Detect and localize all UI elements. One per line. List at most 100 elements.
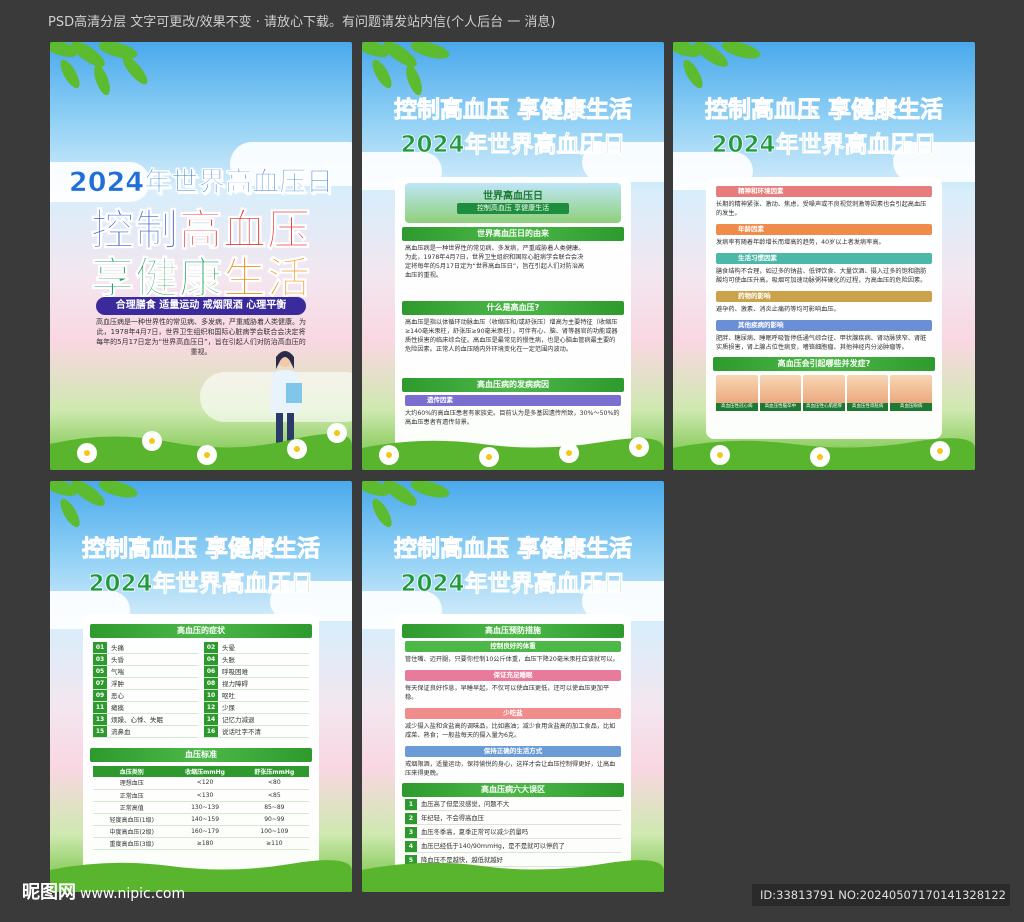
cover-year-title: 2024年世界高血压日 [68, 167, 334, 199]
cause-text-4: 避孕药、激素、消炎止痛药等均可影响血压。 [716, 306, 840, 313]
myth-text: 血压高了但是没感觉，问题不大 [421, 801, 510, 808]
symptom-item: 16 说话吐字不清 [204, 726, 309, 738]
poster-prevention[interactable]: 控制高血压 享健康生活 2024年世界高血压日 高血压预防措施 控制良好的体重 … [362, 481, 664, 892]
poster-causes[interactable]: 控制高血压 享健康生活 2024年世界高血压日 精神和环境因素 长期的精神紧张、… [673, 42, 975, 470]
symptom-label: 气喘 [111, 668, 124, 676]
myth-text: 血压已经低于140/90mmHg，是不是就可以停药了 [421, 843, 565, 850]
top-notice-text: PSD高清分层 文字可更改/效果不变 · 请放心下载。有问题请发站内信(个人后台… [48, 15, 556, 30]
symptom-number: 01 [93, 642, 107, 653]
cause-title-1: 精神和环境因素 [716, 186, 932, 197]
bp-cell: <80 [239, 777, 309, 790]
bp-header: 血压类别 [93, 766, 171, 777]
grass-decoration [362, 860, 664, 892]
symptom-label: 头痛 [111, 644, 124, 652]
symptom-label: 头胀 [222, 656, 235, 664]
symptom-label: 头昏 [111, 656, 124, 664]
symptom-number: 04 [204, 654, 218, 665]
myth-number: 1 [405, 799, 417, 810]
symptom-label: 视力障碍 [222, 680, 248, 688]
symptom-label: 恶心 [111, 692, 124, 700]
myth-text: 年纪轻，不会得高血压 [421, 815, 484, 822]
measure-text-2: 每天保证良好作息，早睡早起，不仅可以使血压更低，还可以使血压更加平稳。 [405, 685, 610, 701]
section-header-causes: 高血压病的发病病因 [402, 378, 624, 392]
bp-cell: <120 [170, 777, 240, 790]
symptom-item: 04 头胀 [204, 654, 309, 666]
symptom-item: 12 少尿 [204, 702, 309, 714]
cause-text-1: 长期的精神紧张、激动、焦虑，受噪声或不良视觉刺激等因素也会引起高血压的发生。 [716, 201, 927, 217]
myth-text: 血压冬季高，夏季正常可以减少药量吗 [421, 829, 529, 836]
section-text-what: 高血压是指以体循环动脉血压（收缩压和/或舒张压）增高为主要特征（收缩压≥140毫… [405, 319, 618, 353]
cause-title-2: 年龄因素 [716, 224, 932, 235]
section-text-origin: 高血压病是一种世界性的常见病、多发病，严重威胁着人类健康。为此，1978年4月7… [405, 245, 585, 279]
bp-cell: ≥180 [170, 837, 240, 850]
image-id-label: ID:33813791 NO:20240507170141328122 [752, 884, 1010, 906]
bp-cell: <130 [170, 789, 240, 802]
poster-symptoms[interactable]: 控制高血压 享健康生活 2024年世界高血压日 高血压的症状 01 头痛 02 头晕 0… [50, 481, 352, 892]
symptom-item: 13 烦躁、心悸、失眠 [93, 714, 198, 726]
cause-text-3: 膳食结构不合理，如过多的钠盐、低钾饮食、大量饮酒、摄入过多的饱和脂肪酸均可使血压… [716, 268, 927, 284]
measure-title-2: 保证充足睡眠 [405, 670, 621, 681]
section-header-myths: 高血压病六大误区 [402, 783, 624, 797]
complication-item: 高血压性心肌肥厚 [803, 375, 845, 411]
symptom-label: 烦躁、心悸、失眠 [111, 716, 163, 724]
bp-cell: 正常高值 [93, 801, 171, 814]
symptom-item: 07 浮肿 [93, 678, 198, 690]
bp-cell: 正常血压 [93, 789, 171, 802]
symptom-item: 06 呼吸困难 [204, 666, 309, 678]
symptom-number: 03 [93, 654, 107, 665]
cause-title-5: 其他疾病的影响 [716, 320, 932, 331]
watermark-logo: 昵图网 www.nipic.com [22, 882, 186, 903]
section-header-bp: 血压标准 [90, 748, 312, 762]
symptom-number: 11 [93, 702, 107, 713]
measure-title-3: 少吃盐 [405, 708, 621, 719]
bp-row: 正常高值 130~139 85~89 [93, 801, 309, 814]
symptom-number: 06 [204, 666, 218, 677]
symptom-item: 10 呕吐 [204, 690, 309, 702]
symptom-number: 05 [93, 666, 107, 677]
bp-cell: 中度高血压(2级) [93, 825, 171, 838]
banner-title: 世界高血压日 [483, 191, 543, 202]
content-card: 精神和环境因素 长期的精神紧张、激动、焦虑，受噪声或不良视觉刺激等因素也会引起高… [706, 177, 942, 439]
symptom-item: 02 头晕 [204, 642, 309, 654]
myth-item: 1 血压高了但是没感觉，问题不大 [405, 799, 621, 811]
bp-row: 重度高血压(3级) ≥180 ≥110 [93, 837, 309, 850]
banner-subtitle: 控制高血压 享健康生活 [457, 203, 569, 214]
subsection-genetic-text: 大约60%的高血压患者有家族史。目前认为是多基因遗传所致，30%～50%的高血压… [405, 410, 620, 426]
symptom-label: 呼吸困难 [222, 668, 248, 676]
symptom-grid: 01 头痛 02 头晕 03 头昏 04 头胀 05 气喘 06 呼吸困难 07 浮肿 08 视力障碍 09 恶心… [83, 638, 319, 738]
symptom-item: 14 记忆力减退 [204, 714, 309, 726]
symptom-item: 11 瘫痪 [93, 702, 198, 714]
measure-text-3: 减少摄入盐和含盐高的调味品，比如酱油；减少食用含盐高的加工食品，比如咸菜、熟食；… [405, 723, 616, 739]
symptom-item: 15 流鼻血 [93, 726, 198, 738]
section-header-what: 什么是高血压? [402, 301, 624, 315]
banner: 世界高血压日 控制高血压 享健康生活 [405, 183, 621, 223]
symptom-number: 09 [93, 690, 107, 701]
section-header-prevention: 高血压预防措施 [402, 624, 624, 638]
myth-number: 3 [405, 827, 417, 838]
bp-cell: 160~179 [170, 825, 240, 838]
symptom-number: 15 [93, 726, 107, 737]
complication-item: 高血压性冠心病 [716, 375, 758, 411]
myth-number: 4 [405, 841, 417, 852]
poster-origin[interactable]: 控制高血压 享健康生活 2024年世界高血压日 世界高血压日 控制高血压 享健康… [362, 42, 664, 470]
bp-header: 收缩压mmHg [170, 766, 240, 777]
bp-cell: 重度高血压(3级) [93, 837, 171, 850]
poster-header-line2: 2024年世界高血压日 [711, 132, 937, 159]
measure-text-1: 管住嘴、迈开腿，只要你控制10公斤体重，血压下降20毫米汞柱应该就可以。 [405, 656, 619, 663]
bp-cell: 90~99 [239, 813, 309, 826]
cause-text-2: 发病率有随着年龄增长而增高的趋势，40岁以上者发病率高。 [716, 239, 885, 246]
symptom-number: 10 [204, 690, 218, 701]
poster-header-line2: 2024年世界高血压日 [88, 571, 314, 598]
section-header-symptoms: 高血压的症状 [90, 624, 312, 638]
myth-item: 3 血压冬季高，夏季正常可以减少药量吗 [405, 827, 621, 839]
bp-row: 正常血压 <130 <85 [93, 789, 309, 802]
bp-table: 血压类别 收缩压mmHg 舒张压mmHg 理想血压 <120 <80 正常血压 <130… [93, 766, 309, 850]
subsection-genetic: 遗传因素 [405, 395, 621, 406]
symptom-label: 呕吐 [222, 692, 235, 700]
bp-row: 轻度高血压(1级) 140~159 90~99 [93, 813, 309, 826]
poster-cover[interactable]: 2024年世界高血压日 控制高血压 享健康生活 合理膳食 适量运动 戒烟限酒 心… [50, 42, 352, 470]
grass-decoration [362, 438, 664, 470]
symptom-label: 浮肿 [111, 680, 124, 688]
complication-images: 高血压性冠心病 高血压性脑卒中 高血压性心肌肥厚 高血压性肾脏病 高血压眼病 [716, 375, 932, 411]
bp-row: 理想血压 <120 <80 [93, 777, 309, 790]
